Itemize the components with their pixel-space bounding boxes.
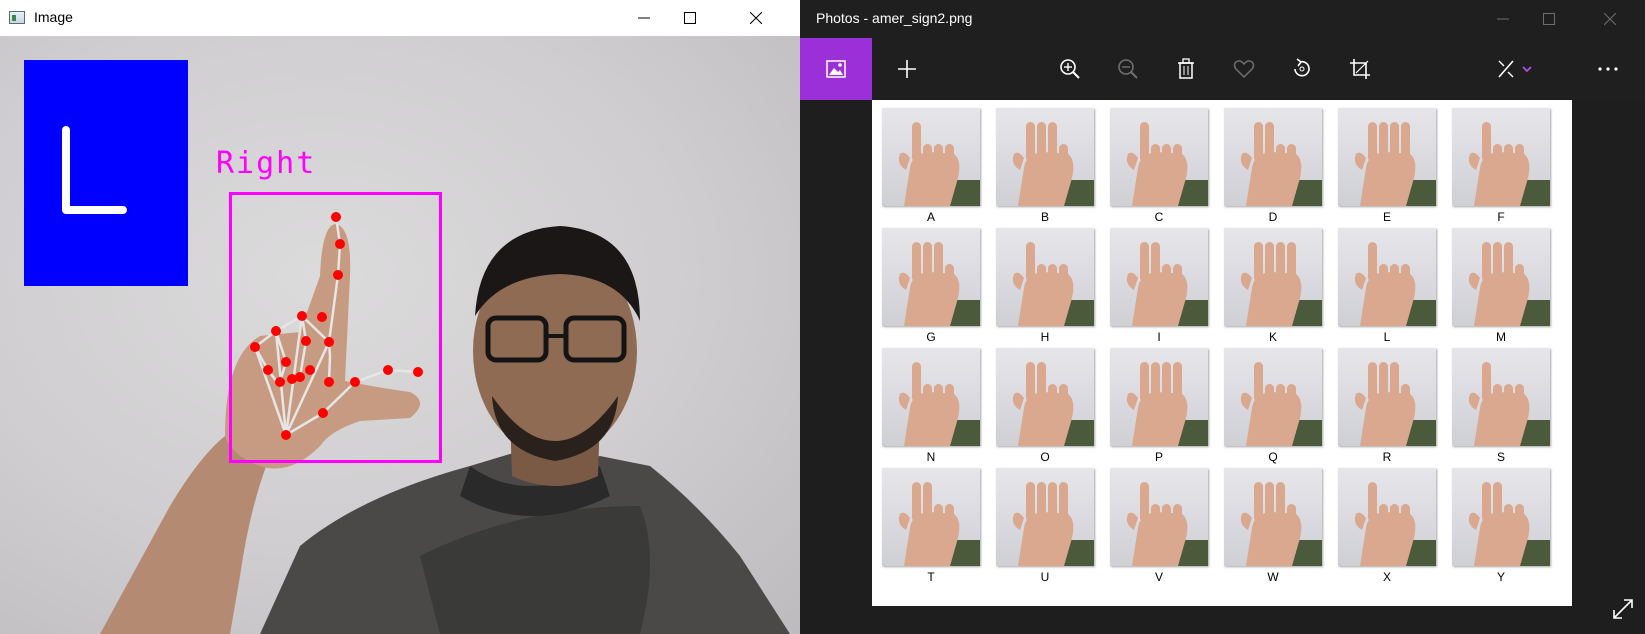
sign-photo xyxy=(1338,348,1436,446)
sign-letter-label: G xyxy=(926,330,936,344)
favorite-button[interactable] xyxy=(1221,38,1267,100)
webcam-feed: L Right xyxy=(0,36,800,634)
photos-window-title: Photos - amer_sign2.png xyxy=(816,10,973,26)
add-icon xyxy=(898,60,916,78)
hand-landmarks xyxy=(250,212,423,440)
sign-letter-label: K xyxy=(1268,330,1277,344)
zoom-out-button[interactable] xyxy=(1105,38,1151,100)
sign-letter-label: U xyxy=(1040,570,1050,584)
minimize-icon xyxy=(638,17,650,19)
sign-photo xyxy=(1224,348,1322,446)
minimize-button[interactable] xyxy=(621,0,667,36)
sign-letter-label: P xyxy=(1154,450,1163,464)
crop-button[interactable] xyxy=(1337,38,1383,100)
more-button[interactable] xyxy=(1585,38,1631,100)
sign-photo xyxy=(1338,468,1436,566)
window-title: Image xyxy=(34,9,73,25)
photos-close-button[interactable] xyxy=(1587,1,1633,37)
sign-photo xyxy=(1338,228,1436,326)
image-icon xyxy=(826,60,846,78)
sign-photo xyxy=(996,468,1094,566)
delete-button[interactable] xyxy=(1163,38,1209,100)
photos-window: Photos - amer_sign2.png A B C D E F G H … xyxy=(800,0,1645,634)
sign-letter-label: B xyxy=(1040,210,1049,224)
sign-letter-label: C xyxy=(1154,210,1164,224)
sign-letter-label: F xyxy=(1497,210,1505,224)
sign-letter-label: V xyxy=(1154,570,1163,584)
rotate-icon xyxy=(1294,58,1310,77)
sign-letter-label: L xyxy=(1383,330,1391,344)
sign-letter-label: T xyxy=(927,570,935,584)
image-window-titlebar[interactable]: Image xyxy=(0,0,800,36)
minimize-icon xyxy=(1497,18,1509,20)
sign-photo xyxy=(882,108,980,206)
landmark-connections xyxy=(253,216,419,437)
sign-photo xyxy=(1224,228,1322,326)
sign-photo xyxy=(996,108,1094,206)
sign-letter-label: S xyxy=(1496,450,1505,464)
app-icon xyxy=(9,11,25,24)
sign-letter-label: I xyxy=(1157,330,1161,344)
image-window: Image Right xyxy=(0,0,800,634)
sign-letter-label: Q xyxy=(1268,450,1278,464)
expand-icon xyxy=(1613,599,1633,619)
maximize-icon xyxy=(1543,13,1555,25)
sign-letter-label: Y xyxy=(1496,570,1505,584)
close-icon xyxy=(1604,13,1616,25)
sign-photo xyxy=(882,468,980,566)
sign-photo xyxy=(1224,108,1322,206)
sign-letter-label: D xyxy=(1268,210,1278,224)
maximize-button[interactable] xyxy=(667,0,713,36)
sign-photo xyxy=(1452,108,1550,206)
photos-minimize-button[interactable] xyxy=(1480,1,1526,37)
sign-letter-label: R xyxy=(1382,450,1392,464)
full-screen-button[interactable] xyxy=(1611,597,1635,626)
sign-letter-label: W xyxy=(1267,570,1279,584)
sign-photo xyxy=(1110,228,1208,326)
image-viewer: A B C D E F G H I K L M N O P Q R S T U … xyxy=(872,100,1572,606)
sign-photo xyxy=(1452,228,1550,326)
favorite-icon xyxy=(1233,60,1255,79)
rotate-button[interactable] xyxy=(1279,38,1325,100)
sign-photo xyxy=(882,348,980,446)
close-button[interactable] xyxy=(733,0,779,36)
photos-window-titlebar[interactable]: Photos - amer_sign2.png xyxy=(800,0,1645,38)
sign-photo xyxy=(1110,468,1208,566)
zoom-in-button[interactable] xyxy=(1047,38,1093,100)
sign-letter-label: X xyxy=(1382,570,1391,584)
sign-photo xyxy=(1110,108,1208,206)
sign-letter-label: N xyxy=(926,450,936,464)
sign-photo xyxy=(996,228,1094,326)
zoom-in-icon xyxy=(1060,59,1080,79)
photos-maximize-button[interactable] xyxy=(1526,1,1572,37)
add-button[interactable] xyxy=(884,38,930,100)
sign-photo xyxy=(1338,108,1436,206)
crop-icon xyxy=(1350,59,1370,79)
sign-letter-label: A xyxy=(926,210,935,224)
sign-letter-label: H xyxy=(1040,330,1050,344)
edit-button[interactable] xyxy=(1486,38,1546,100)
sign-photo xyxy=(996,348,1094,446)
image-view-button[interactable] xyxy=(800,38,872,100)
more-icon xyxy=(1598,67,1618,71)
edit-icon xyxy=(1498,60,1532,78)
zoom-out-icon xyxy=(1118,59,1138,79)
sign-letter-label: O xyxy=(1040,450,1050,464)
sign-photo xyxy=(882,228,980,326)
photos-toolbar xyxy=(800,38,1645,100)
delete-icon xyxy=(1178,58,1194,79)
sign-photo xyxy=(1224,468,1322,566)
sign-photo xyxy=(1452,348,1550,446)
close-icon xyxy=(750,12,762,24)
maximize-icon xyxy=(684,12,696,24)
sign-photo xyxy=(1110,348,1208,446)
sign-letter-label: M xyxy=(1496,330,1506,344)
sign-photo xyxy=(1452,468,1550,566)
sign-letter-label: E xyxy=(1382,210,1391,224)
